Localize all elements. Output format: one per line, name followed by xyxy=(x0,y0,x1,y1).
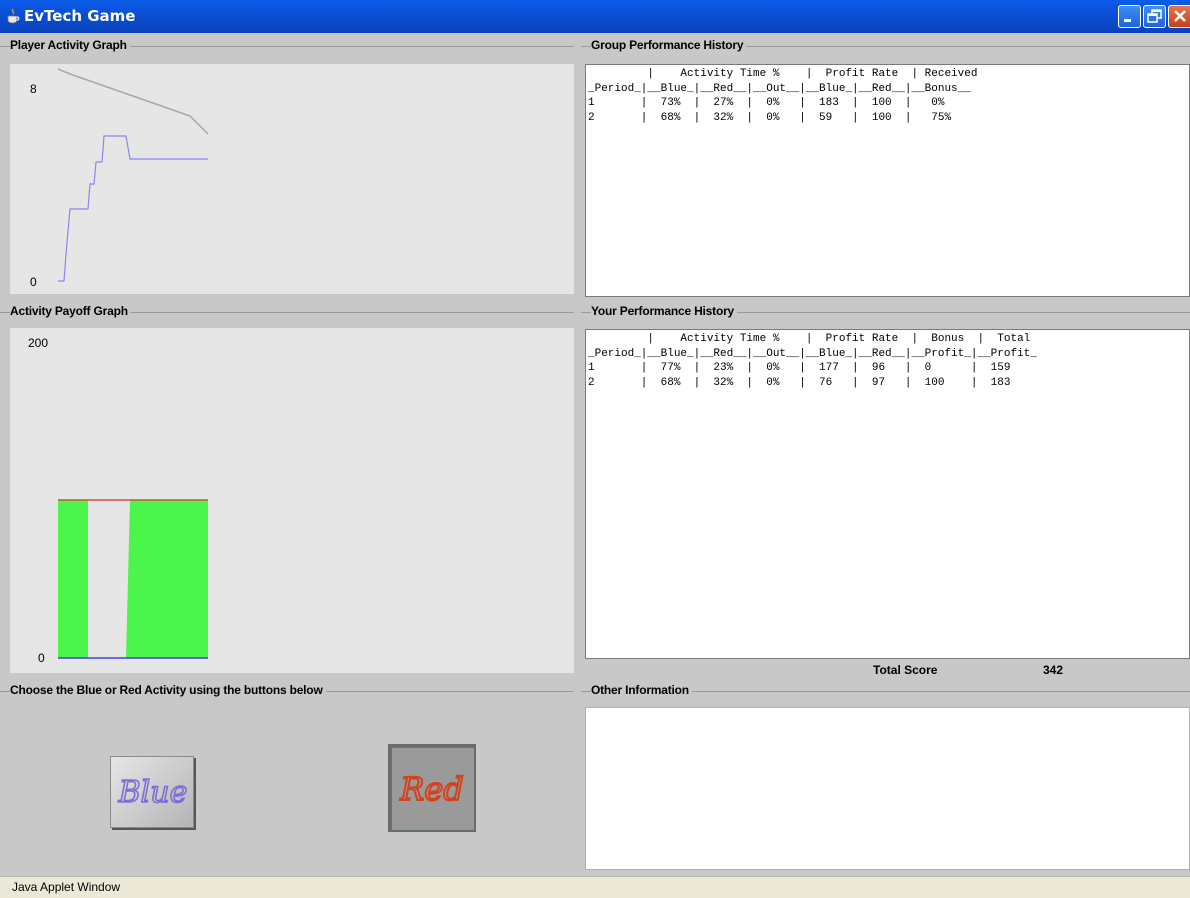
minimize-icon xyxy=(1124,19,1131,22)
player-activity-line xyxy=(58,135,208,282)
your-history-line: _Period_|__Blue_|__Red__|__Out__|__Blue_… xyxy=(588,347,1037,360)
window-title: EvTech Game xyxy=(24,7,136,25)
other-info-text[interactable] xyxy=(585,707,1190,870)
status-bar: Java Applet Window xyxy=(0,876,1190,898)
payoff-area-2 xyxy=(126,500,208,658)
your-history-legend: Your Performance History xyxy=(591,304,738,318)
total-score-value: 342 xyxy=(1043,663,1064,677)
player-activity-graph: 8 0 xyxy=(10,64,574,294)
blue-label-text: Blue xyxy=(118,775,188,810)
payoff-plot xyxy=(58,499,208,659)
close-button[interactable] xyxy=(1168,5,1190,28)
group-history-text[interactable]: | Activity Time % | Profit Rate | Receiv… xyxy=(585,64,1190,297)
choose-legend: Choose the Blue or Red Activity using th… xyxy=(10,683,326,697)
choose-area: Blue Red xyxy=(10,706,574,869)
blue-label-graphic: Blue xyxy=(117,774,188,811)
red-activity-button[interactable]: Red xyxy=(388,744,476,832)
total-score-label: Total Score xyxy=(873,663,938,677)
minimize-button[interactable] xyxy=(1118,5,1141,28)
close-icon xyxy=(1174,10,1186,22)
your-history-line: 2 | 68% | 32% | 0% | 76 | 97 | 100 | 183 xyxy=(588,376,1011,389)
restore-icon xyxy=(1147,9,1162,23)
group-history-line: 1 | 73% | 27% | 0% | 183 | 100 | 0% xyxy=(588,97,945,109)
payoff-area-1 xyxy=(58,500,88,658)
java-cup-icon xyxy=(7,8,20,24)
group-history-line: | Activity Time % | Profit Rate | Receiv… xyxy=(588,68,978,80)
restore-button[interactable] xyxy=(1143,5,1166,28)
group-history-line: _Period_|__Blue_|__Red__|__Out__|__Blue_… xyxy=(588,82,971,95)
your-history-line: 1 | 77% | 23% | 0% | 177 | 96 | 0 | 159 xyxy=(588,362,1011,374)
group-history-line: 2 | 68% | 32% | 0% | 59 | 100 | 75% xyxy=(588,111,952,124)
status-text: Java Applet Window xyxy=(12,880,121,894)
player-activity-plot xyxy=(56,68,556,283)
window-title-bar[interactable]: EvTech Game xyxy=(0,0,1190,33)
other-info-content xyxy=(586,708,1189,710)
group-activity-line xyxy=(57,68,209,135)
group-history-legend: Group Performance History xyxy=(591,38,747,52)
other-info-legend: Other Information xyxy=(591,683,692,697)
red-label-graphic: Red xyxy=(398,769,465,809)
blue-activity-button[interactable]: Blue xyxy=(110,756,194,828)
payoff-graph: 200 0 xyxy=(10,328,574,673)
red-label-text: Red xyxy=(399,770,464,808)
your-history-text[interactable]: | Activity Time % | Profit Rate | Bonus … xyxy=(585,329,1190,659)
payoff-legend: Activity Payoff Graph xyxy=(10,304,131,318)
player-activity-legend: Player Activity Graph xyxy=(10,38,130,52)
your-history-line: | Activity Time % | Profit Rate | Bonus … xyxy=(588,333,1031,345)
